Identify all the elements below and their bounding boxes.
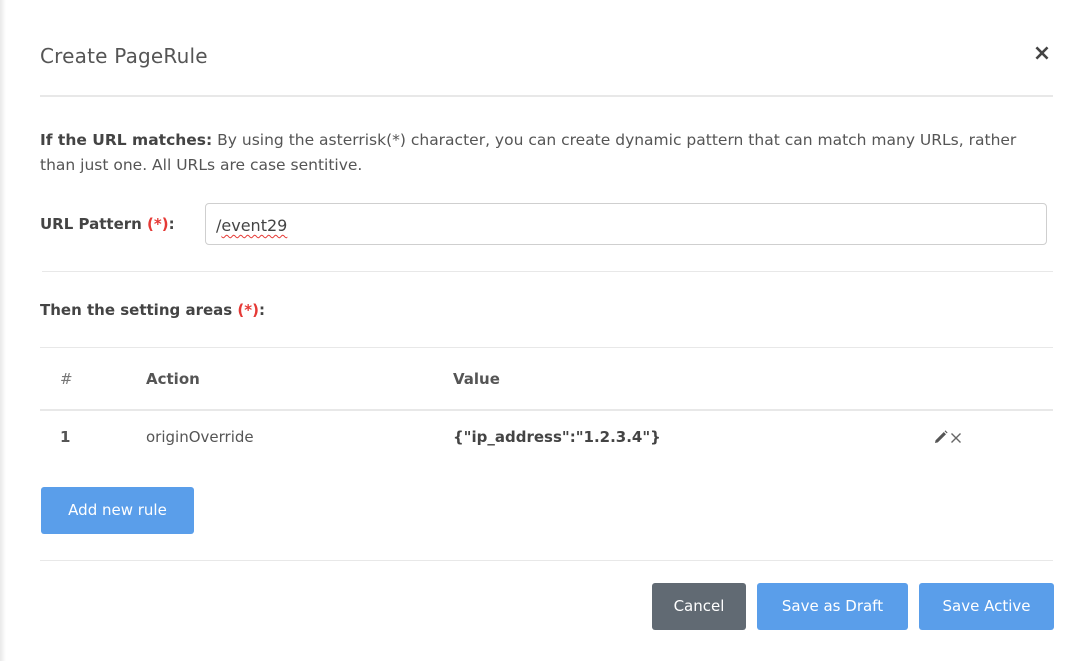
- url-match-description: If the URL matches: By using the asterri…: [40, 128, 1040, 178]
- table-header-divider: [40, 409, 1053, 411]
- settings-label-text: Then the setting areas: [40, 301, 238, 319]
- settings-areas-label: Then the setting areas (*):: [40, 301, 265, 319]
- required-mark: (*): [147, 215, 169, 233]
- url-pattern-label-text: URL Pattern: [40, 215, 148, 233]
- url-pattern-label-colon: :: [168, 215, 175, 233]
- url-pattern-input[interactable]: [205, 203, 1047, 245]
- close-icon[interactable]: [950, 429, 962, 449]
- close-button[interactable]: ×: [1030, 40, 1054, 68]
- url-match-heading: If the URL matches:: [40, 131, 213, 149]
- footer-divider: [40, 560, 1053, 561]
- column-header-value: Value: [453, 370, 500, 388]
- url-pattern-label: URL Pattern (*):: [40, 215, 175, 233]
- add-new-rule-button[interactable]: Add new rule: [41, 487, 194, 534]
- url-pattern-row: URL Pattern (*): /event29: [40, 203, 1060, 249]
- url-divider: [42, 271, 1053, 272]
- url-pattern-value-spellcheck: event29: [221, 216, 288, 235]
- create-pagerule-modal: Create PageRule × If the URL matches: By…: [0, 0, 1073, 661]
- table-cell-number: 1: [60, 428, 71, 446]
- settings-label-colon: :: [258, 301, 265, 319]
- save-as-draft-button[interactable]: Save as Draft: [757, 583, 908, 630]
- pencil-icon[interactable]: [934, 429, 948, 448]
- table-cell-value: {"ip_address":"1.2.3.4"}: [453, 428, 661, 446]
- save-active-button[interactable]: Save Active: [919, 583, 1054, 630]
- required-mark: (*): [237, 301, 259, 319]
- table-top-divider: [40, 347, 1053, 348]
- url-pattern-value: /event29: [216, 216, 287, 235]
- row-actions: [934, 428, 962, 448]
- modal-title: Create PageRule: [40, 44, 208, 68]
- column-header-number: #: [60, 370, 73, 388]
- header-divider: [40, 95, 1053, 97]
- column-header-action: Action: [146, 370, 200, 388]
- table-cell-action: originOverride: [146, 428, 254, 446]
- cancel-button[interactable]: Cancel: [652, 583, 746, 630]
